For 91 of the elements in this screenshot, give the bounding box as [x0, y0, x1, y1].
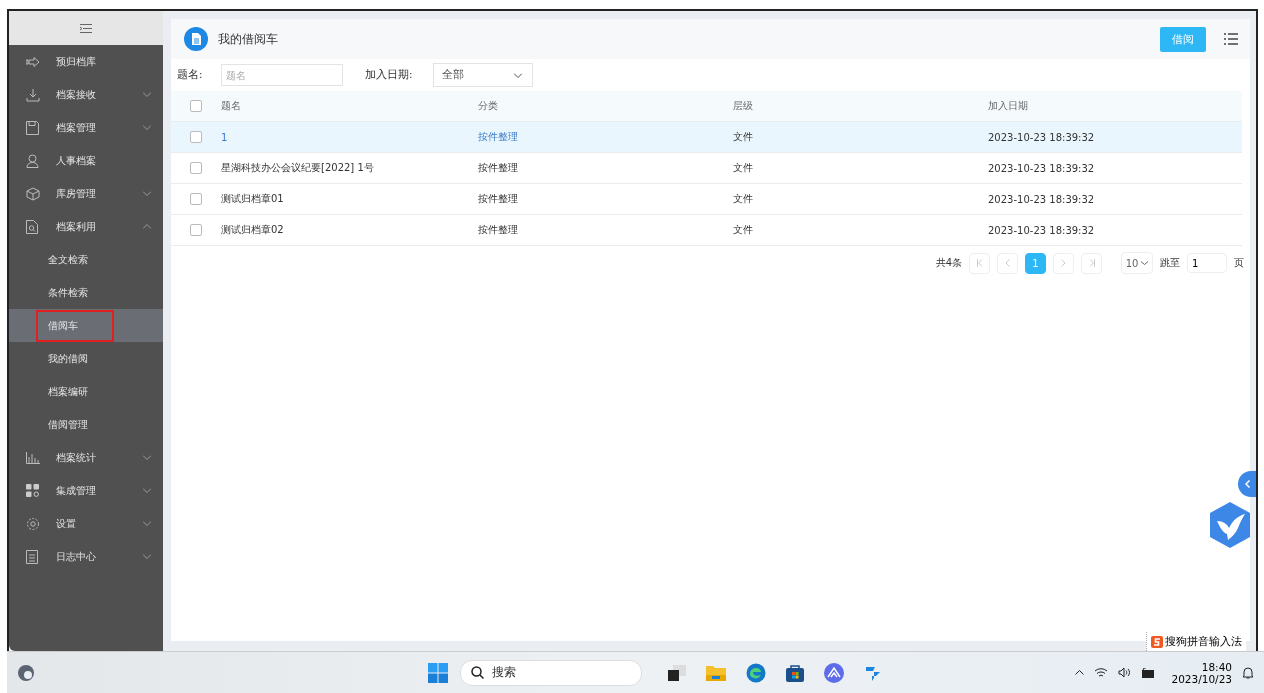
checkbox[interactable] — [190, 193, 202, 205]
jump-page-field[interactable]: 1 — [1187, 253, 1227, 273]
store-bag-icon[interactable] — [786, 663, 805, 682]
table-cell-text: 2023-10-23 18:39:32 — [988, 162, 1096, 174]
folder-icon[interactable] — [706, 664, 727, 681]
sidebar-subitem[interactable]: 我的借阅 — [9, 342, 163, 375]
document-icon — [184, 27, 208, 51]
table-row[interactable]: 1 按件整理 文件 2023-10-23 18:39:32 — [171, 122, 1242, 153]
column-header: 分类 — [478, 99, 499, 113]
table-cell-text: 按件整理 — [478, 130, 519, 144]
task-view-icon[interactable] — [668, 664, 687, 681]
checkbox[interactable] — [190, 131, 202, 143]
sidebar-subitem[interactable]: 全文检索 — [9, 243, 163, 276]
page-suffix: 页 — [1234, 256, 1244, 270]
page-size-dropdown[interactable]: 10 — [1121, 252, 1153, 274]
table-cell-text: 按件整理 — [478, 161, 519, 175]
sidebar-subitem[interactable]: 档案编研 — [9, 375, 163, 408]
column-header: 题名 — [221, 99, 242, 113]
sidebar-item[interactable]: 集成管理 — [9, 474, 163, 507]
chevron-up-icon[interactable] — [1075, 670, 1085, 675]
document-search-icon — [26, 219, 38, 234]
checkbox[interactable] — [190, 162, 202, 174]
table-cell-text: 文件 — [733, 161, 754, 175]
sidebar-subitem[interactable]: 借阅管理 — [9, 408, 163, 441]
sidebar-item[interactable]: 库房管理 — [9, 177, 163, 210]
filter-label: 题名: — [177, 68, 204, 82]
ime-label: 搜狗拼音输入法 — [1165, 634, 1242, 649]
person-icon — [26, 153, 39, 168]
table-cell-text: 2023-10-23 18:39:32 — [988, 224, 1096, 236]
browser-icon[interactable] — [746, 662, 767, 683]
last-page-icon — [1088, 259, 1095, 267]
wifi-icon[interactable] — [1094, 667, 1109, 678]
table-row[interactable]: 测试归档章02 按件整理 文件 2023-10-23 18:39:32 — [171, 215, 1242, 246]
filter-label: 加入日期: — [365, 68, 413, 82]
sidebar-subitem[interactable]: 条件检索 — [9, 276, 163, 309]
chevron-down-icon — [513, 72, 522, 78]
table-cell-text: 1 — [221, 131, 229, 143]
arrow-right-icon — [26, 56, 40, 67]
total-count: 共4条 — [935, 256, 962, 270]
panel-title: 我的借阅车 — [218, 31, 278, 47]
table-cell-text: 文件 — [733, 192, 754, 206]
table-row[interactable]: 测试归档章01 按件整理 文件 2023-10-23 18:39:32 — [171, 184, 1242, 215]
triangle-app-icon[interactable] — [824, 662, 845, 683]
table-cell-text: 文件 — [733, 130, 754, 144]
menu-toggle-icon[interactable] — [80, 23, 92, 33]
sidebar-item[interactable]: 设置 — [9, 507, 163, 540]
download-icon — [26, 87, 40, 102]
chevron-right-icon — [1061, 259, 1066, 267]
taskbar-search-field[interactable]: 搜索 — [460, 659, 643, 686]
bar-chart-icon — [26, 451, 40, 464]
sogou-logo-icon — [1151, 635, 1163, 648]
chevron-left-icon — [1005, 259, 1010, 267]
table-cell-text: 测试归档章01 — [221, 192, 285, 206]
sidebar-item[interactable]: 档案管理 — [9, 111, 163, 144]
table-cell-text: 2023-10-23 18:39:32 — [988, 193, 1096, 205]
settings-icon — [26, 516, 40, 531]
checkbox[interactable] — [190, 100, 202, 112]
table-row[interactable]: 星湖科技办公会议纪要[2022] 1号 按件整理 文件 2023-10-23 18:39:32 — [171, 153, 1242, 184]
first-page-icon — [976, 259, 983, 267]
chevron-left-icon — [1244, 480, 1250, 488]
sidebar-item[interactable]: 档案利用 — [9, 210, 163, 243]
date-dropdown[interactable]: 全部 — [432, 63, 533, 87]
table-cell-text: 测试归档章02 — [221, 223, 285, 237]
checkbox[interactable] — [190, 224, 202, 236]
search-icon — [471, 666, 485, 679]
clock-date[interactable]: 2023/10/23 — [1171, 672, 1232, 685]
table-cell-text: 文件 — [733, 223, 754, 237]
speaker-icon[interactable] — [1118, 667, 1132, 678]
table-cell-text: 2023-10-23 18:39:32 — [988, 131, 1096, 143]
sidebar-subitem[interactable]: 借阅车 — [9, 309, 163, 342]
column-header: 层级 — [733, 99, 754, 113]
windows-start-icon[interactable] — [428, 662, 449, 683]
sidebar-item[interactable]: 人事档案 — [9, 144, 163, 177]
clock-time[interactable]: 18:40 — [1201, 660, 1232, 673]
cube-icon — [26, 186, 40, 201]
document-icon — [26, 549, 38, 564]
apps-grid-icon — [26, 484, 39, 497]
table-cell-text: 星湖科技办公会议纪要[2022] 1号 — [221, 161, 375, 175]
list-icon[interactable] — [1224, 33, 1238, 45]
table-cell-text: 按件整理 — [478, 192, 519, 206]
chevron-down-icon — [1141, 261, 1149, 265]
sidebar-item[interactable]: 档案接收 — [9, 78, 163, 111]
sidebar-item[interactable]: 档案统计 — [9, 441, 163, 474]
title-input-field[interactable]: 题名 — [221, 64, 343, 86]
column-header: 加入日期 — [988, 99, 1029, 113]
jump-label: 跳至 — [1160, 256, 1180, 270]
table-cell-text: 按件整理 — [478, 223, 519, 237]
ime-status-bar[interactable]: 搜狗拼音输入法 — [1146, 632, 1246, 651]
notification-bell-icon[interactable] — [1242, 666, 1254, 679]
sidebar-item[interactable]: 日志中心 — [9, 540, 163, 573]
sidebar-item[interactable]: 预归档库 — [9, 45, 163, 78]
